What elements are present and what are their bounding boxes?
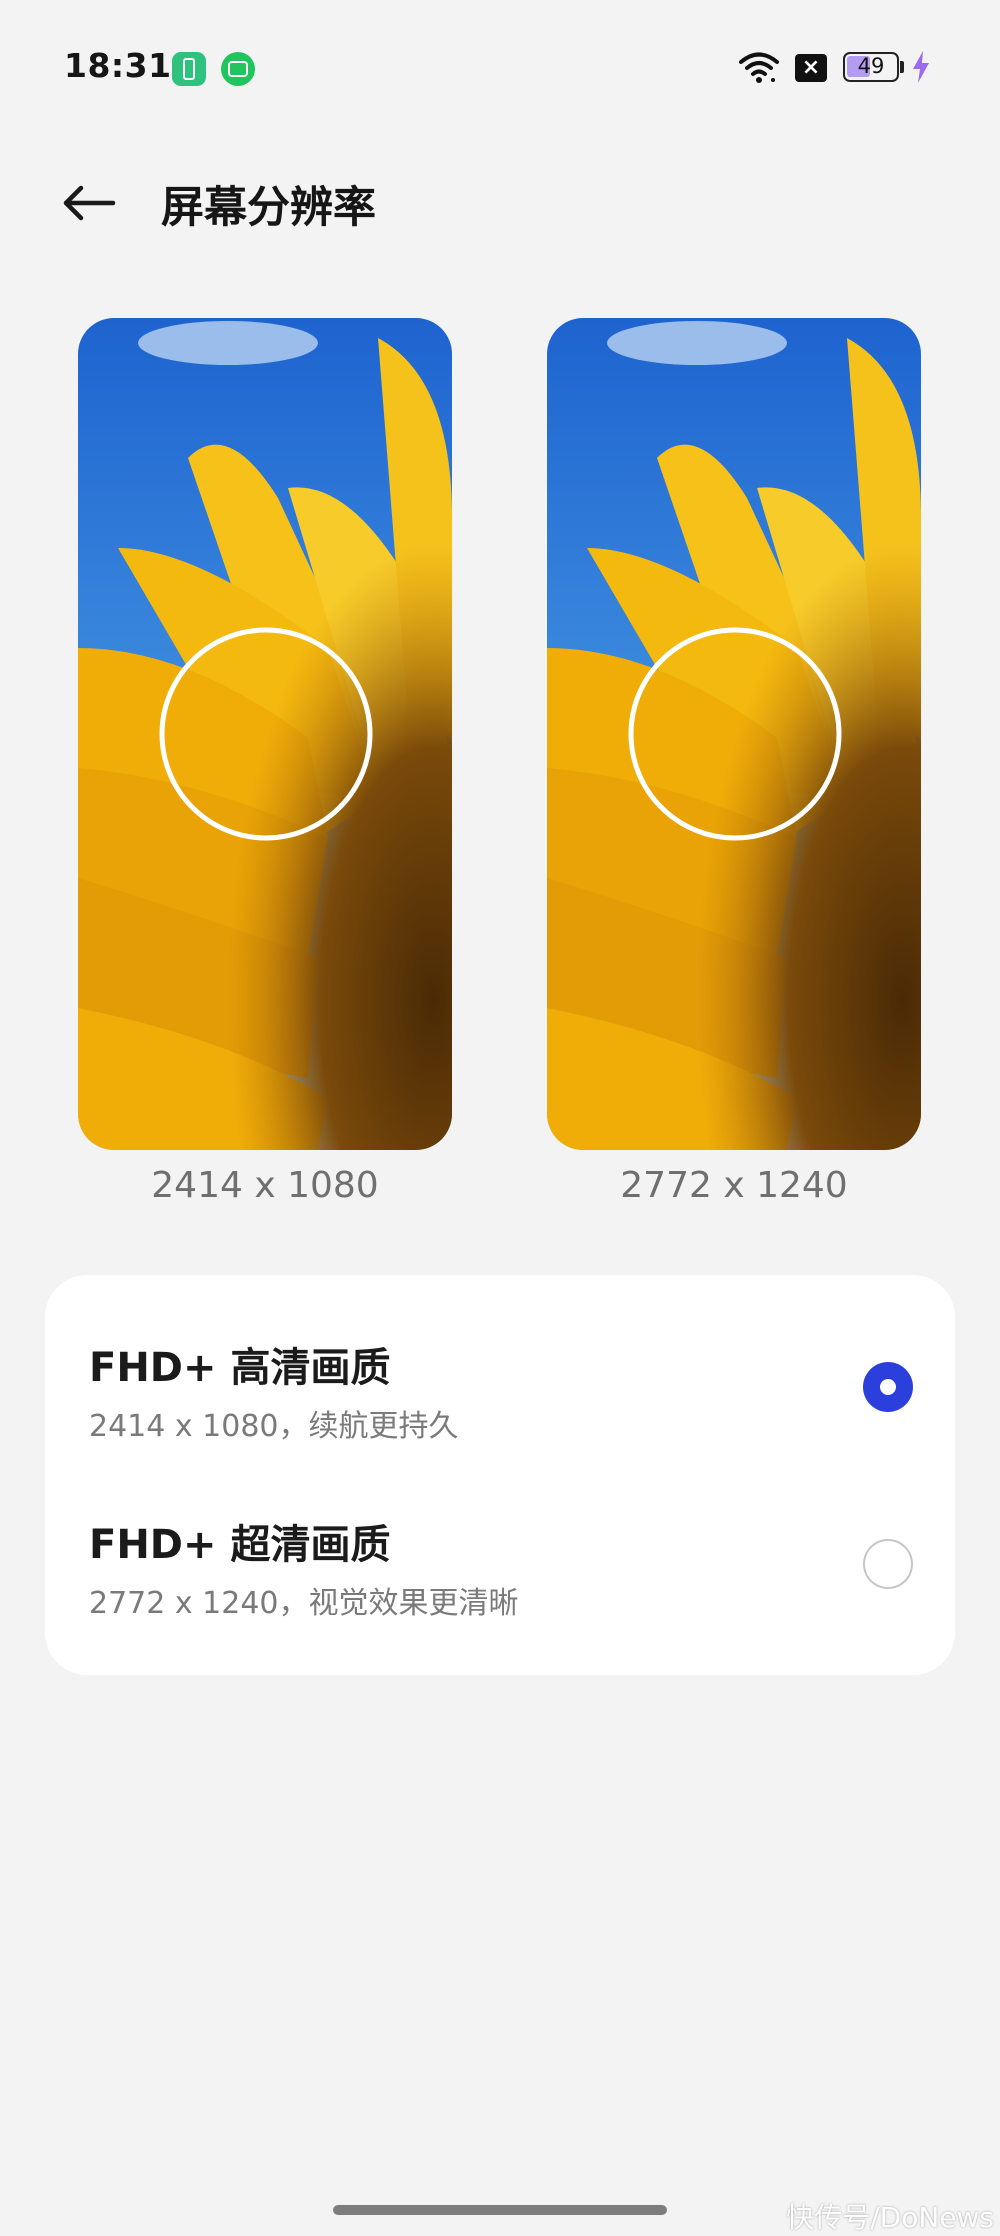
preview-image-fhd — [78, 318, 452, 1150]
battery-saver-app-icon — [172, 52, 206, 86]
page-title: 屏幕分辨率 — [161, 183, 376, 233]
option-fhd-hd[interactable]: FHD+ 高清画质 2414 x 1080，续航更持久 — [45, 1275, 955, 1453]
preview-resolution-label: 2772 x 1240 — [620, 1165, 848, 1206]
battery-tip — [900, 61, 904, 73]
radio-selected[interactable] — [863, 1362, 913, 1412]
preview-resolution-label: 2414 x 1080 — [151, 1165, 379, 1206]
status-time: 18:31 — [64, 46, 172, 85]
home-indicator[interactable] — [333, 2205, 667, 2215]
back-button[interactable] — [58, 172, 120, 234]
option-subtitle: 2414 x 1080，续航更持久 — [89, 1409, 459, 1444]
charging-bolt-icon — [913, 51, 929, 83]
option-title: FHD+ 超清画质 — [89, 1522, 391, 1568]
battery-level-text: 49 — [857, 54, 885, 78]
option-subtitle: 2772 x 1240，视觉效果更清晰 — [89, 1586, 519, 1621]
radio-unselected[interactable] — [863, 1539, 913, 1589]
resolution-options-card: FHD+ 高清画质 2414 x 1080，续航更持久 FHD+ 超清画质 27… — [45, 1275, 955, 1675]
watermark: 快传号/DoNews — [786, 2201, 994, 2234]
option-fhd-ultra[interactable]: FHD+ 超清画质 2772 x 1240，视觉效果更清晰 — [45, 1453, 955, 1631]
screen-app-icon — [221, 52, 255, 86]
battery-icon: 49 — [843, 52, 899, 82]
option-title: FHD+ 高清画质 — [89, 1345, 391, 1391]
wifi-icon — [739, 52, 779, 83]
preview-image-qhd — [547, 318, 921, 1150]
no-sim-icon: × — [795, 54, 827, 82]
status-bar: 18:31 × 49 — [0, 0, 1000, 136]
back-arrow-icon — [63, 185, 116, 221]
